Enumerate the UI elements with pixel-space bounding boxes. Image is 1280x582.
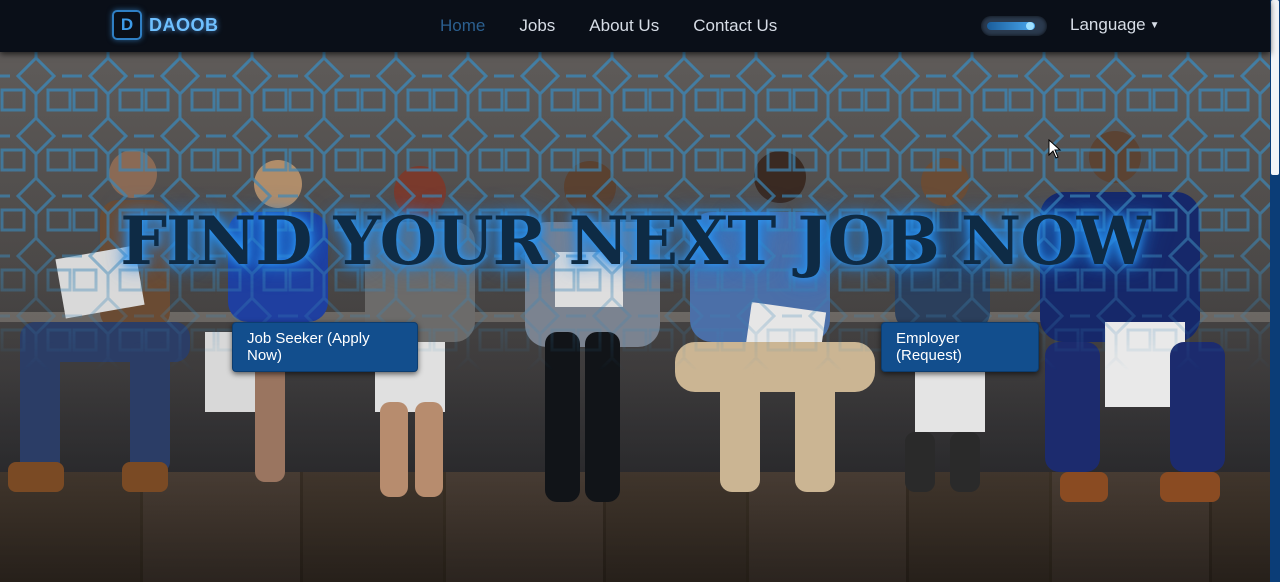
brand-name: DAOOB: [149, 14, 219, 35]
brand-link[interactable]: D DAOOB: [112, 9, 219, 41]
mouse-cursor-icon: [1048, 139, 1062, 159]
top-navbar: D DAOOB Home Jobs About Us Contact Us La…: [0, 0, 1270, 52]
nav-home-link[interactable]: Home: [440, 16, 485, 36]
language-label: Language: [1070, 15, 1146, 34]
job-seeker-apply-button[interactable]: Job Seeker (Apply Now): [232, 322, 418, 372]
caret-down-icon: ▼: [1149, 20, 1160, 31]
hero-section: FIND YOUR NEXT JOB NOW Job Seeker (Apply…: [0, 52, 1270, 582]
hero-headline: FIND YOUR NEXT JOB NOW: [120, 202, 1151, 280]
language-dropdown[interactable]: Language ▼: [1070, 15, 1160, 35]
brand-logo-icon: D: [112, 10, 142, 40]
nav-links: Home Jobs About Us Contact Us: [440, 0, 811, 52]
nav-jobs-link[interactable]: Jobs: [519, 16, 555, 36]
employer-request-button[interactable]: Employer (Request): [881, 322, 1039, 372]
scrollbar-thumb[interactable]: [1271, 0, 1279, 175]
toggle-knob: [1026, 22, 1034, 30]
theme-toggle-icon[interactable]: [981, 16, 1047, 36]
nav-about-link[interactable]: About Us: [589, 16, 659, 36]
page-scrollbar[interactable]: [1270, 0, 1280, 582]
nav-contact-link[interactable]: Contact Us: [693, 16, 777, 36]
